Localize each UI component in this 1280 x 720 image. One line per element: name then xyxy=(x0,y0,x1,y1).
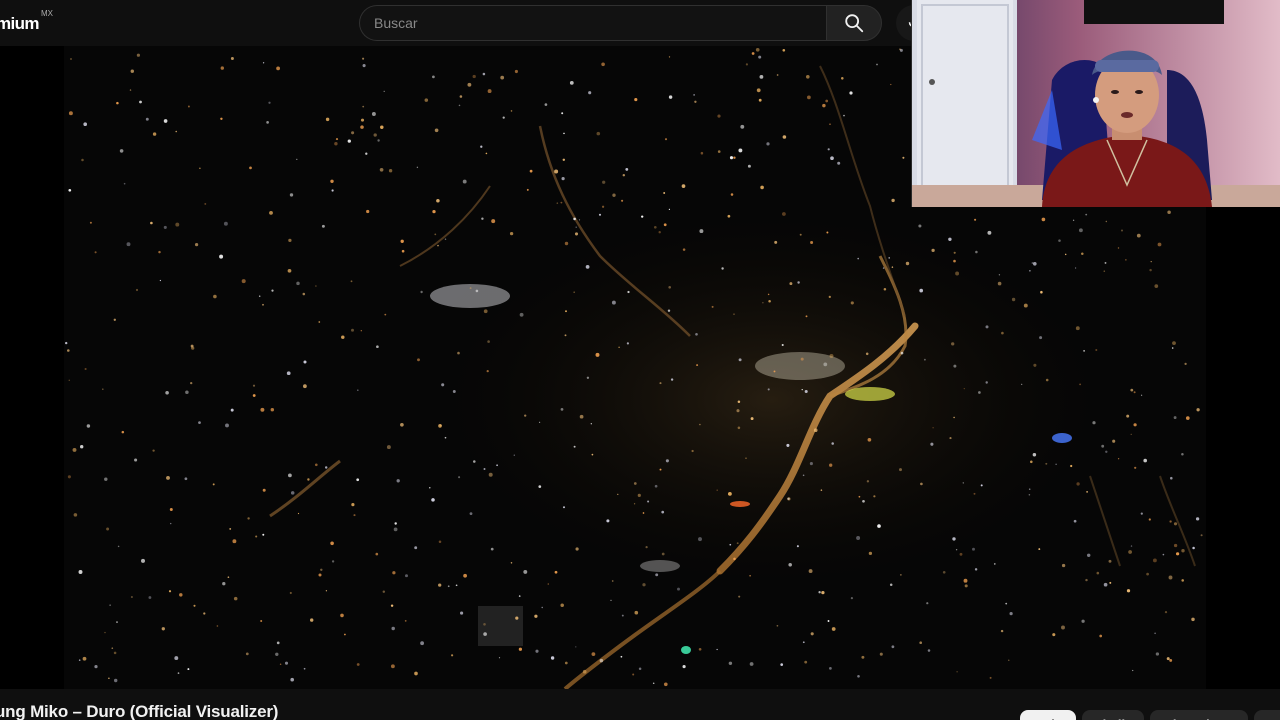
chip-d[interactable]: D xyxy=(1254,710,1280,720)
search-icon xyxy=(845,14,864,33)
below-video-area: ung Miko – Duro (Official Visualizer) To… xyxy=(0,689,1280,720)
logo-text: mium xyxy=(0,14,40,33)
logo-region-code: MX xyxy=(41,9,53,18)
chip-similares[interactable]: Similares xyxy=(1082,710,1144,720)
webcam-streamer-image xyxy=(912,0,1280,207)
search-input[interactable] xyxy=(360,6,827,40)
webcam-overlay xyxy=(911,0,1280,207)
video-title: ung Miko – Duro (Official Visualizer) xyxy=(0,702,279,720)
youtube-premium-logo[interactable]: mium MX xyxy=(0,9,53,36)
search-box xyxy=(359,5,827,41)
chip-mixes[interactable]: Mixes de xyxy=(1150,710,1248,720)
search-button[interactable] xyxy=(826,5,882,41)
chip-todos[interactable]: Todos xyxy=(1020,710,1076,720)
youtube-watch-page: mium MX Buscar ung Miko – Duro (Official… xyxy=(0,0,1280,720)
